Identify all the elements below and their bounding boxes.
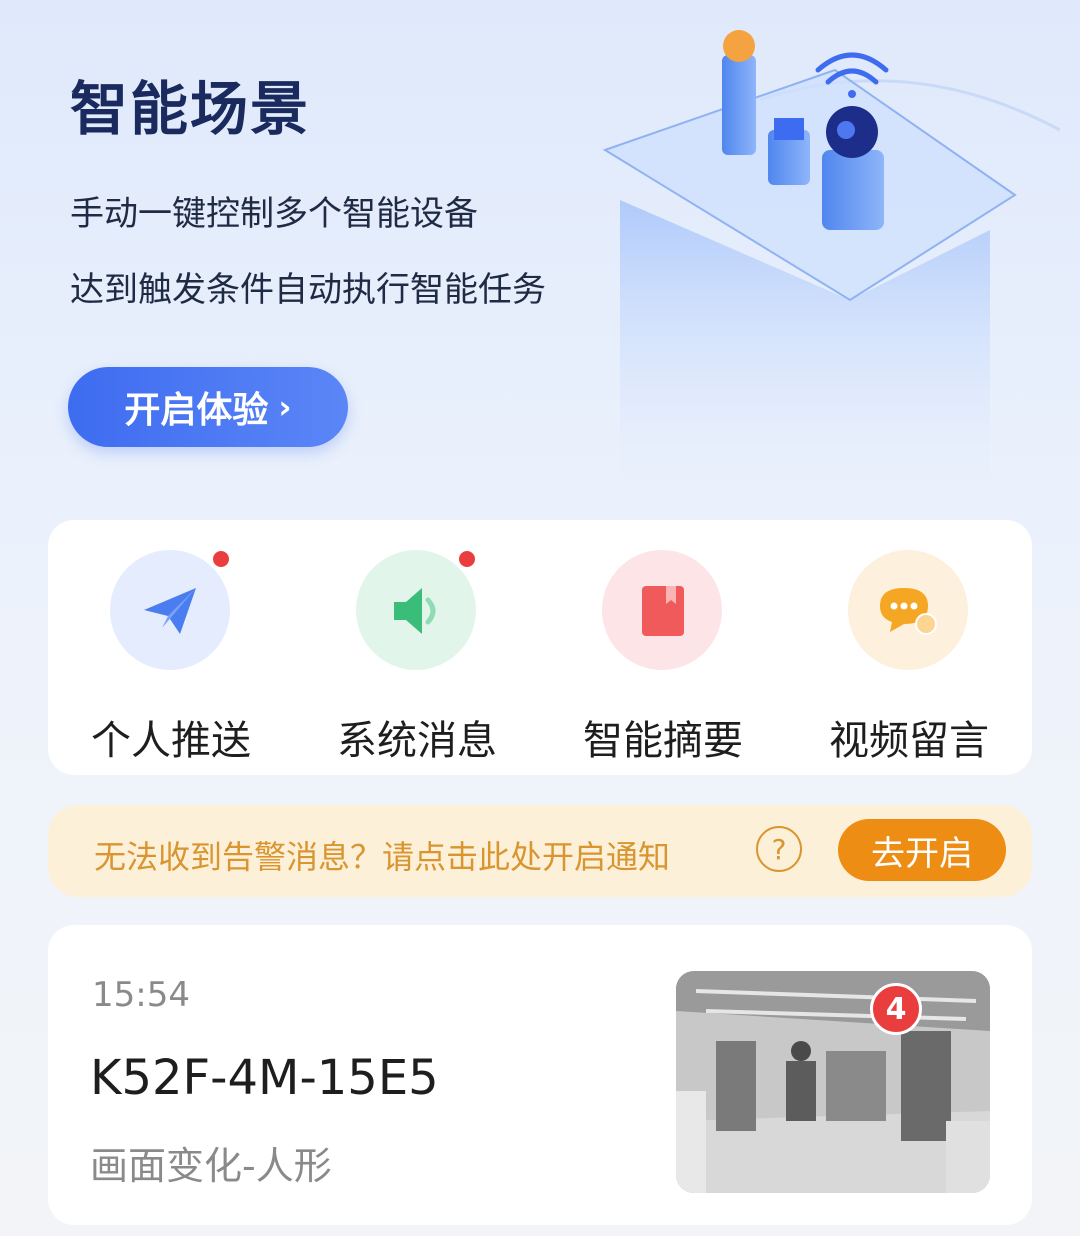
enable-notification-button[interactable]: 去开启	[838, 819, 1006, 881]
notification-warning-text: 无法收到告警消息？请点击此处开启通知	[94, 838, 671, 876]
chat-bubble-icon	[848, 550, 968, 670]
quick-actions-card: 个人推送 系统消息 智能摘要 视频留言	[48, 520, 1032, 775]
scene-banner: 智能场景 手动一键控制多个智能设备 达到触发条件自动执行智能任务 开启体验 ›	[0, 0, 1080, 510]
action-label: 个人推送	[91, 718, 251, 764]
start-experience-button[interactable]: 开启体验 ›	[68, 367, 348, 447]
book-icon	[602, 550, 722, 670]
action-video-message[interactable]: 视频留言	[786, 520, 1032, 775]
event-snapshot-thumbnail[interactable]	[676, 971, 990, 1193]
action-system-messages[interactable]: 系统消息	[294, 520, 540, 775]
start-experience-label: 开启体验	[124, 390, 269, 431]
banner-title: 智能场景	[70, 75, 311, 143]
alarm-event-card[interactable]: 15:54 K52F-4M-15E5 画面变化-人形	[48, 925, 1032, 1225]
action-label: 系统消息	[337, 718, 497, 764]
help-icon[interactable]: ?	[756, 826, 802, 872]
event-description: 画面变化-人形	[90, 1144, 332, 1188]
unread-dot	[456, 548, 478, 570]
paper-plane-icon	[110, 550, 230, 670]
speaker-icon	[356, 550, 476, 670]
banner-subtitle-2: 达到触发条件自动执行智能任务	[70, 270, 546, 310]
unread-dot	[210, 548, 232, 570]
event-count-badge: 4	[870, 983, 922, 1035]
action-label: 智能摘要	[583, 718, 743, 764]
action-personal-push[interactable]: 个人推送	[48, 520, 294, 775]
banner-subtitle-1: 手动一键控制多个智能设备	[70, 194, 478, 234]
event-device-id: K52F-4M-15E5	[90, 1050, 439, 1106]
action-smart-summary[interactable]: 智能摘要	[540, 520, 786, 775]
event-time: 15:54	[92, 975, 190, 1015]
action-label: 视频留言	[829, 718, 989, 764]
smart-home-illustration	[602, 30, 1060, 490]
chevron-right-icon: ›	[278, 388, 292, 426]
